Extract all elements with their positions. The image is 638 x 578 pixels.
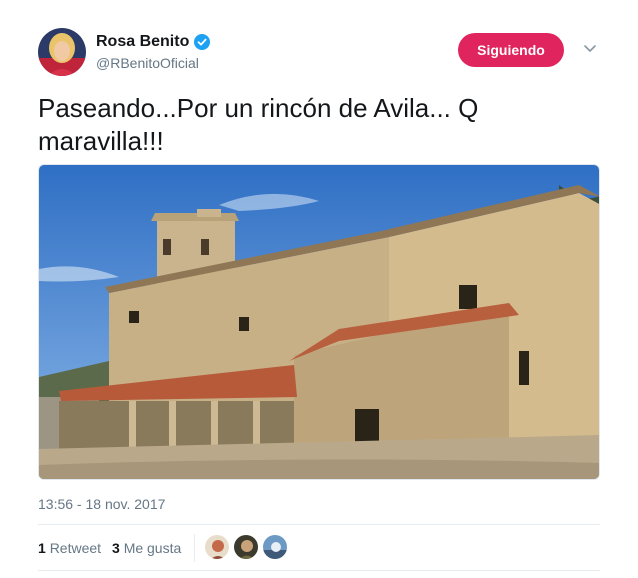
chevron-down-icon[interactable]	[582, 40, 598, 56]
display-name-text[interactable]: Rosa Benito	[96, 33, 189, 51]
retweet-stat[interactable]: 1 Retweet	[38, 540, 101, 556]
like-stat[interactable]: 3 Me gusta	[112, 540, 181, 556]
verified-badge-icon	[194, 34, 211, 50]
like-count: 3	[112, 540, 120, 556]
stats-top-divider	[38, 524, 600, 525]
tweet-header: Rosa Benito @RBenitoOficial Siguiendo	[38, 28, 600, 78]
tweet-stats: 1 Retweet 3 Me gusta	[38, 526, 600, 570]
tweet-text: Paseando...Por un rincón de Avila... Q m…	[38, 93, 479, 156]
liker-avatar[interactable]	[233, 534, 259, 560]
user-handle[interactable]: @RBenitoOficial	[96, 55, 210, 71]
liker-avatar[interactable]	[262, 534, 288, 560]
user-names: Rosa Benito @RBenitoOficial	[96, 33, 211, 71]
like-label: Me gusta	[123, 540, 182, 556]
following-button[interactable]: Siguiendo	[458, 33, 564, 67]
display-name[interactable]: Rosa Benito	[96, 33, 211, 51]
retweet-label: Retweet	[49, 540, 102, 556]
stats-separator	[194, 534, 195, 562]
tweet-timestamp[interactable]: 13:56 - 18 nov. 2017	[38, 496, 165, 512]
retweet-count: 1	[38, 540, 46, 556]
liker-avatar[interactable]	[204, 534, 230, 560]
stats-bottom-divider	[38, 570, 600, 571]
tweet-photo[interactable]	[38, 164, 600, 480]
avatar[interactable]	[38, 28, 86, 76]
